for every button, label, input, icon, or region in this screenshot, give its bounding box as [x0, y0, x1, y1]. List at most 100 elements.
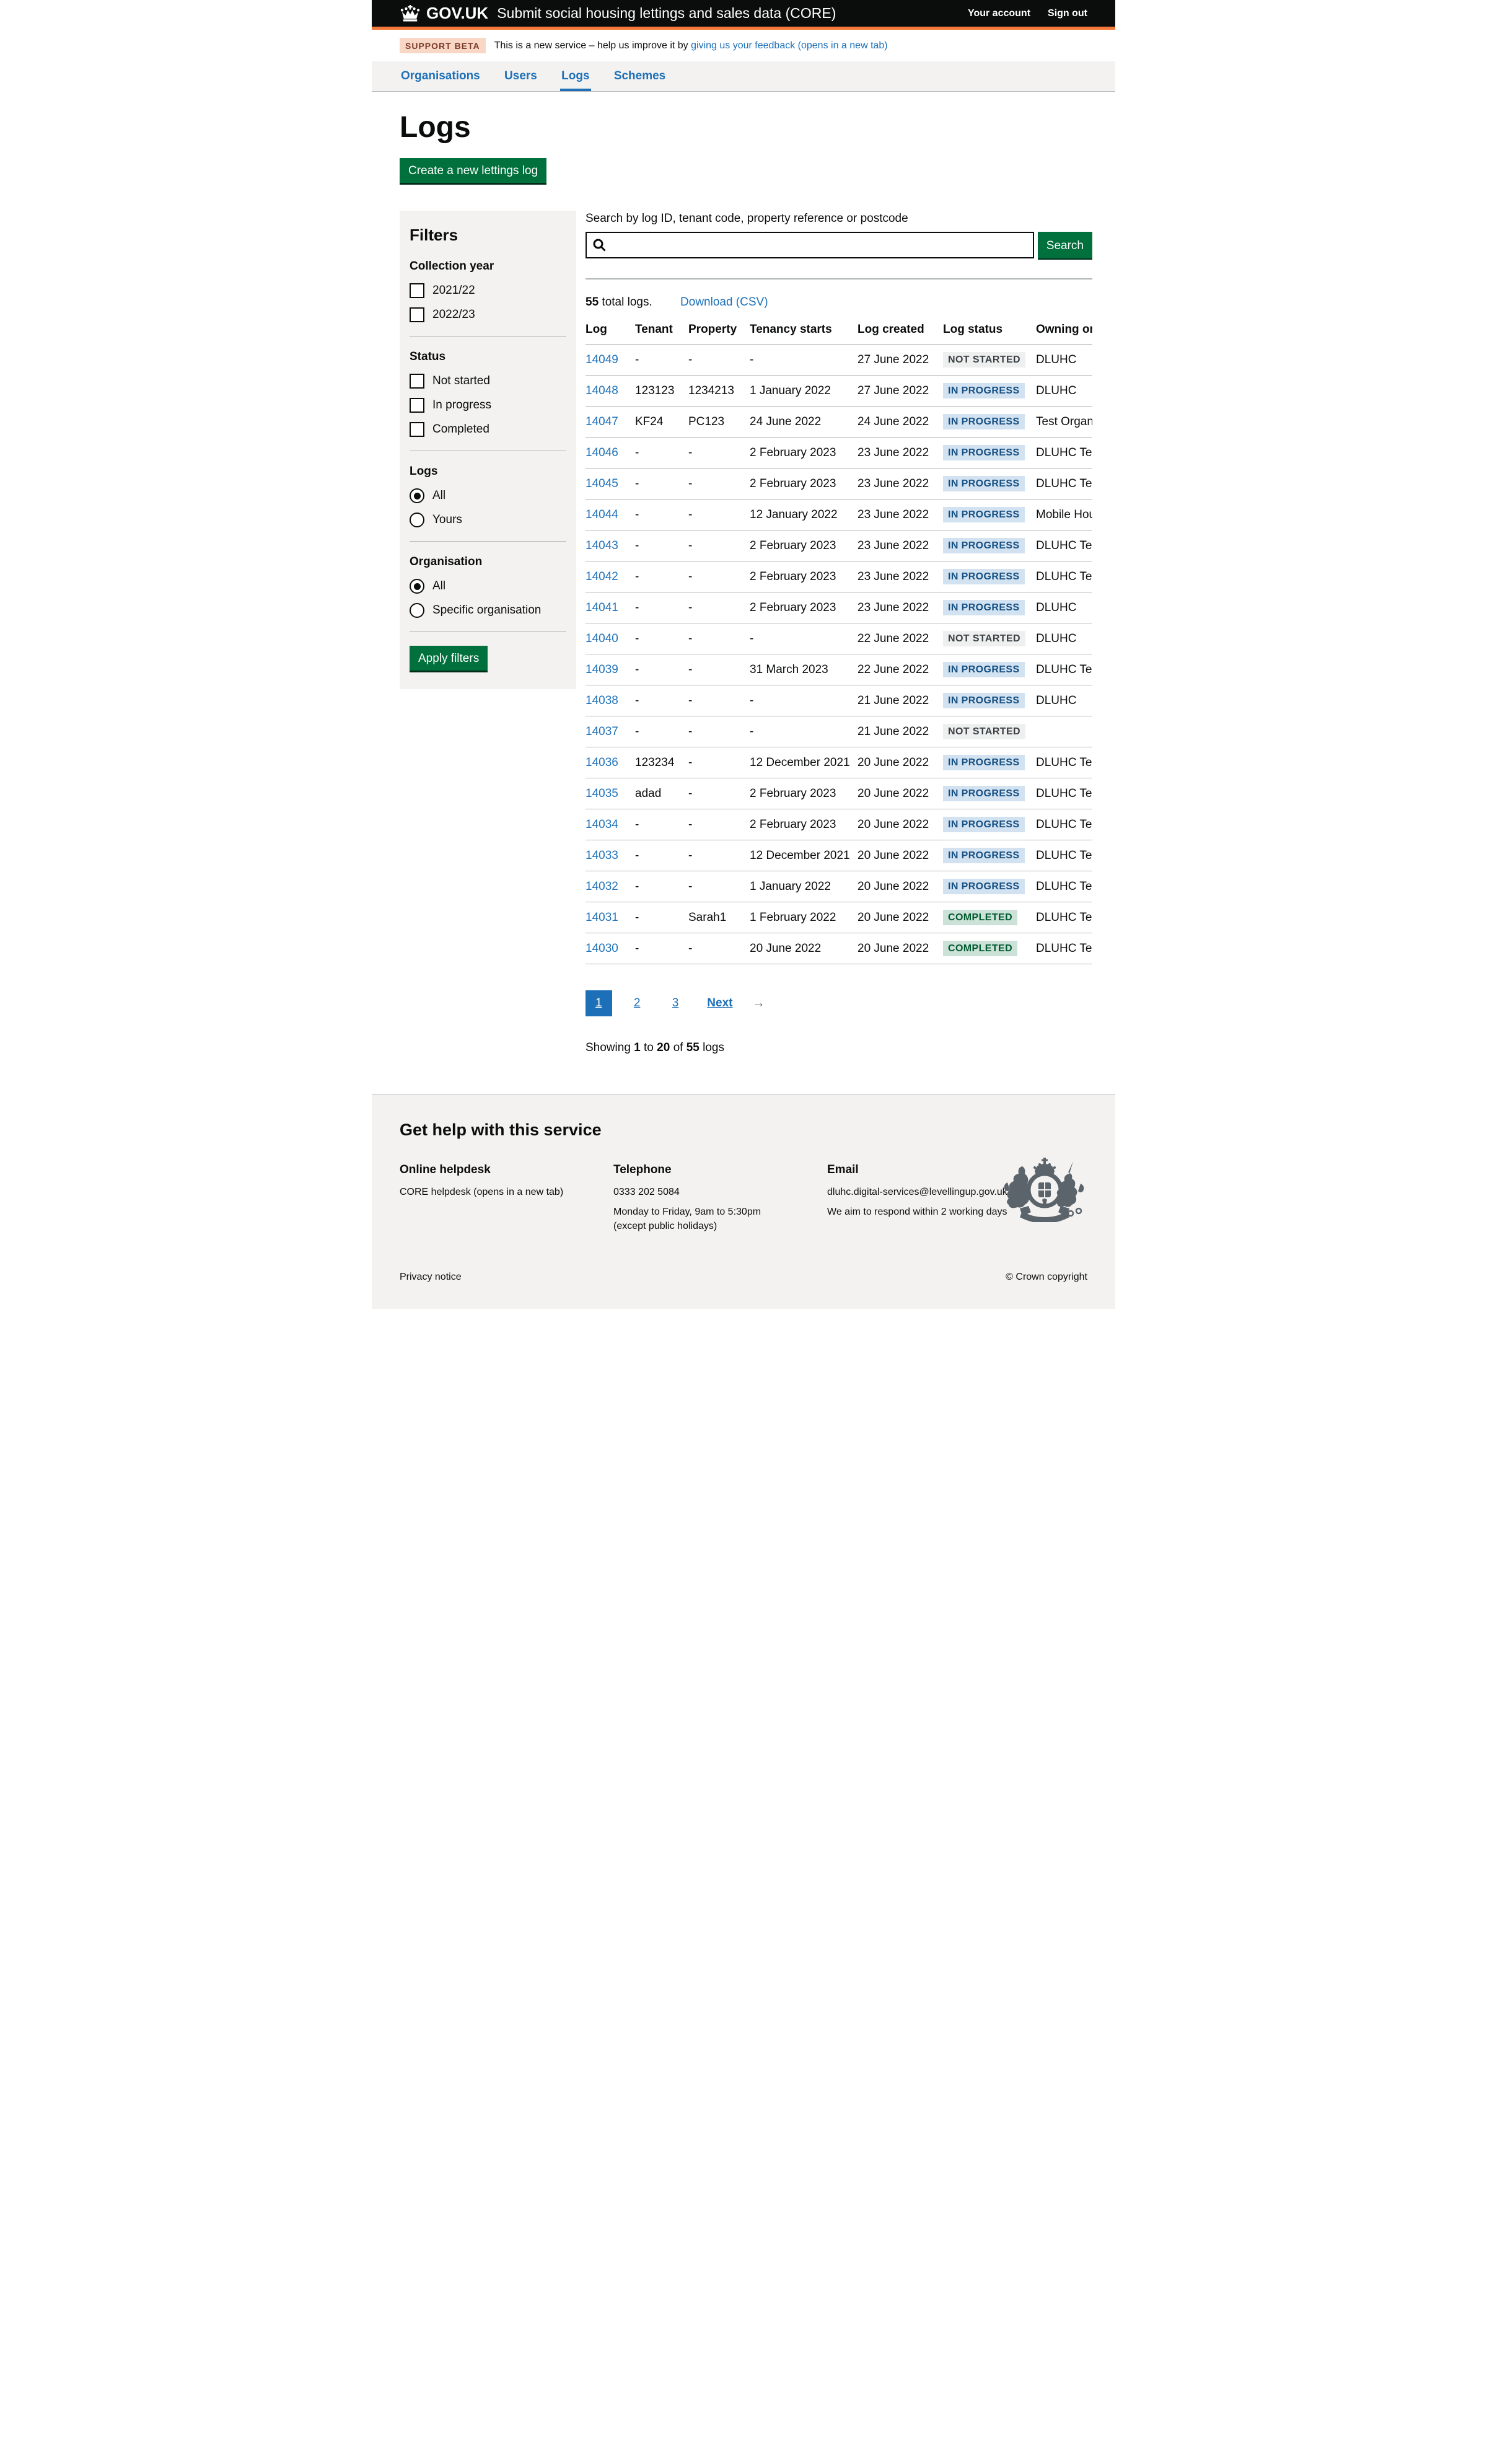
status-badge: NOT STARTED [943, 724, 1025, 739]
log-id-link[interactable]: 14035 [586, 787, 618, 800]
log-id-link[interactable]: 14030 [586, 942, 618, 955]
page-number-link[interactable]: 3 [662, 990, 689, 1016]
beta-banner: SUPPORT BETA This is a new service – hel… [372, 30, 1115, 61]
checkbox[interactable] [410, 307, 424, 322]
tenancy-starts-cell: 2 February 2023 [750, 592, 858, 623]
radio-label: Specific organisation [432, 604, 541, 617]
privacy-notice-link[interactable]: Privacy notice [400, 1272, 462, 1283]
radio[interactable] [410, 488, 424, 503]
tenancy-starts-cell: 2 February 2023 [750, 809, 858, 840]
tenancy-starts-cell: - [750, 345, 858, 376]
owning-organisation-cell: DLUHC [1036, 376, 1092, 407]
tenant-cell: - [635, 685, 688, 716]
owning-organisation-cell [1036, 716, 1092, 747]
log-id-link[interactable]: 14047 [586, 415, 618, 428]
table-row: 14032 - - 1 January 2022 20 June 2022 IN… [586, 871, 1092, 902]
status-badge: COMPLETED [943, 910, 1017, 925]
owning-organisation-cell: DLUHC Tes [1036, 840, 1092, 871]
nav-item[interactable]: Schemes [613, 61, 667, 91]
core-helpdesk-link[interactable]: CORE helpdesk (opens in a new tab) [400, 1187, 563, 1197]
your-account-link[interactable]: Your account [968, 8, 1030, 19]
radio[interactable] [410, 579, 424, 594]
filter-divider [410, 541, 566, 542]
page-numbers: 1 2 3 [586, 990, 697, 1016]
apply-filters-button[interactable]: Apply filters [410, 646, 488, 671]
property-cell: - [688, 654, 750, 685]
download-csv-link[interactable]: Download (CSV) [680, 296, 768, 309]
radio-dot [414, 583, 421, 590]
log-id-link[interactable]: 14046 [586, 446, 618, 459]
status-badge: IN PROGRESS [943, 383, 1025, 398]
search-input[interactable] [586, 232, 1034, 258]
page-number-link[interactable]: 2 [624, 990, 651, 1016]
owning-organisation-cell: DLUHC Tes [1036, 654, 1092, 685]
log-id-link[interactable]: 14032 [586, 880, 618, 893]
telephone-number: 0333 202 5084 [613, 1186, 818, 1199]
tenancy-starts-cell: 1 February 2022 [750, 902, 858, 933]
log-id-link[interactable]: 14044 [586, 508, 618, 521]
footer-heading: Get help with this service [400, 1120, 1087, 1140]
owning-organisation-cell: Test Organ [1036, 407, 1092, 438]
nav-item[interactable]: Users [503, 61, 538, 91]
showing-summary: Showing 1 to 20 of 55 logs [586, 1041, 1092, 1055]
search-button[interactable]: Search [1038, 232, 1092, 258]
create-lettings-log-button[interactable]: Create a new lettings log [400, 158, 546, 183]
tenancy-starts-cell: 12 December 2021 [750, 840, 858, 871]
status-badge: NOT STARTED [943, 352, 1025, 367]
tenant-cell: - [635, 902, 688, 933]
email-link[interactable]: dluhc.digital-services@levellingup.gov.u… [827, 1187, 1007, 1197]
checkbox[interactable] [410, 283, 424, 298]
owning-organisation-cell: Mobile Hou [1036, 499, 1092, 530]
tenant-cell: - [635, 623, 688, 654]
tenant-cell: - [635, 809, 688, 840]
log-id-link[interactable]: 14042 [586, 570, 618, 583]
log-id-link[interactable]: 14039 [586, 663, 618, 676]
table-row: 14040 - - - 22 June 2022 NOT STARTED DLU… [586, 623, 1092, 654]
table-row: 14033 - - 12 December 2021 20 June 2022 … [586, 840, 1092, 871]
log-id-link[interactable]: 14034 [586, 818, 618, 831]
log-id-link[interactable]: 14037 [586, 725, 618, 738]
table-row: 14038 - - - 21 June 2022 IN PROGRESS DLU… [586, 685, 1092, 716]
log-id-link[interactable]: 14033 [586, 849, 618, 862]
log-id-link[interactable]: 14038 [586, 694, 618, 707]
service-name-link[interactable]: Submit social housing lettings and sales… [497, 5, 836, 22]
log-id-link[interactable]: 14045 [586, 477, 618, 490]
column-header: Owning org [1036, 315, 1092, 345]
property-cell: - [688, 933, 750, 964]
table-row: 14042 - - 2 February 2023 23 June 2022 I… [586, 561, 1092, 592]
log-id-link[interactable]: 14036 [586, 756, 618, 769]
log-id-link[interactable]: 14048 [586, 384, 618, 397]
page-number-link[interactable]: 1 [586, 990, 612, 1016]
owning-organisation-cell: DLUHC Tes [1036, 871, 1092, 902]
log-id-link[interactable]: 14041 [586, 601, 618, 614]
log-created-cell: 20 June 2022 [858, 902, 943, 933]
log-id-link[interactable]: 14049 [586, 353, 618, 366]
govuk-logotype[interactable]: GOV.UK [426, 4, 488, 23]
checkbox[interactable] [410, 398, 424, 413]
sign-out-link[interactable]: Sign out [1048, 8, 1087, 19]
log-created-cell: 20 June 2022 [858, 933, 943, 964]
log-id-link[interactable]: 14040 [586, 632, 618, 645]
log-created-cell: 24 June 2022 [858, 407, 943, 438]
checkbox[interactable] [410, 374, 424, 389]
collection-year-heading: Collection year [410, 260, 566, 273]
log-id-link[interactable]: 14031 [586, 911, 618, 924]
govuk-header: GOV.UK Submit social housing lettings an… [372, 0, 1115, 30]
checkbox-label: In progress [432, 398, 491, 412]
owning-organisation-cell: DLUHC Tes [1036, 561, 1092, 592]
feedback-link[interactable]: giving us your feedback (opens in a new … [691, 40, 888, 51]
table-row: 14049 - - - 27 June 2022 NOT STARTED DLU… [586, 345, 1092, 376]
nav-item[interactable]: Organisations [400, 61, 481, 91]
nav-item[interactable]: Logs [560, 61, 590, 91]
radio[interactable] [410, 513, 424, 527]
tenancy-starts-cell: 12 December 2021 [750, 747, 858, 778]
status-badge: NOT STARTED [943, 631, 1025, 646]
organisation-group: All Specific organisation [410, 579, 566, 618]
table-body: 14049 - - - 27 June 2022 NOT STARTED DLU… [586, 345, 1092, 964]
crown-copyright-link[interactable]: © Crown copyright [1006, 1272, 1087, 1283]
radio[interactable] [410, 603, 424, 618]
log-id-link[interactable]: 14043 [586, 539, 618, 552]
online-helpdesk-heading: Online helpdesk [400, 1163, 613, 1177]
checkbox[interactable] [410, 422, 424, 437]
next-page-link[interactable]: Next [697, 990, 742, 1016]
